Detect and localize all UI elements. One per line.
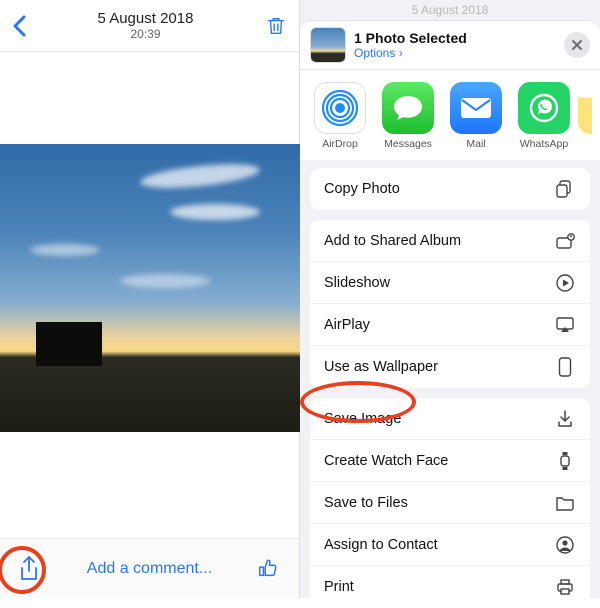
app-airdrop[interactable]: AirDrop [306,82,374,150]
options-link[interactable]: Options › [354,46,564,60]
action-label: Slideshow [324,275,390,291]
close-icon [571,39,583,51]
chevron-left-icon [12,15,26,37]
contact-icon [554,534,576,556]
play-circle-icon [554,272,576,294]
app-label: AirDrop [306,138,374,150]
folder-icon [554,492,576,514]
action-label: Print [324,579,354,595]
app-mail[interactable]: Mail [442,82,510,150]
action-label: Save to Files [324,495,408,511]
app-label: Messages [374,138,442,150]
app-whatsapp[interactable]: WhatsApp [510,82,578,150]
header-title: 5 August 2018 20:39 [26,10,265,41]
photo-detail-screen: 5 August 2018 20:39 Add a comment... [0,0,300,598]
actions-list: Copy Photo Add to Shared Album Slideshow… [300,160,600,608]
watch-icon [554,450,576,472]
action-wallpaper[interactable]: Use as Wallpaper [310,346,590,388]
app-label: Mail [442,138,510,150]
action-add-shared-album[interactable]: Add to Shared Album [310,220,590,262]
add-comment-link[interactable]: Add a comment... [42,560,257,578]
share-icon [18,555,40,583]
app-messages[interactable]: Messages [374,82,442,150]
action-label: Create Watch Face [324,453,448,469]
action-save-files[interactable]: Save to Files [310,482,590,524]
header-date: 5 August 2018 [26,10,265,27]
delete-button[interactable] [265,15,287,37]
selection-title: 1 Photo Selected [354,30,564,46]
share-button[interactable] [18,555,42,583]
ghost-date: 5 August 2018 [300,0,600,22]
back-button[interactable] [12,15,26,37]
header-time: 20:39 [26,27,265,41]
share-sheet: 5 August 2018 1 Photo Selected Options ›… [300,0,600,598]
shared-album-icon [554,230,576,252]
action-label: Use as Wallpaper [324,359,438,375]
action-label: Save Image [324,411,401,427]
photo-image[interactable] [0,144,300,432]
airplay-icon [554,314,576,336]
action-label: Assign to Contact [324,537,438,553]
share-apps-row: AirDrop Messages Mail WhatsApp [300,70,600,160]
phone-icon [554,356,576,378]
like-button[interactable] [257,557,281,581]
download-icon [554,408,576,430]
notes-icon [578,82,592,134]
action-label: Copy Photo [324,181,400,197]
app-label: WhatsApp [510,138,578,150]
action-slideshow[interactable]: Slideshow [310,262,590,304]
close-button[interactable] [564,32,590,58]
copy-icon [554,178,576,200]
action-airplay[interactable]: AirPlay [310,304,590,346]
selection-thumbnail [310,27,346,63]
action-save-image[interactable]: Save Image [310,398,590,440]
printer-icon [554,576,576,598]
messages-icon [382,82,434,134]
share-sheet-header: 1 Photo Selected Options › [300,20,600,70]
app-notes-peek[interactable] [578,82,590,150]
airdrop-icon [314,82,366,134]
action-watch-face[interactable]: Create Watch Face [310,440,590,482]
mail-icon [450,82,502,134]
action-copy-photo[interactable]: Copy Photo [310,168,590,210]
thumbs-up-icon [257,557,279,579]
action-assign-contact[interactable]: Assign to Contact [310,524,590,566]
trash-icon [265,15,287,37]
whatsapp-icon [518,82,570,134]
action-label: AirPlay [324,317,370,333]
action-label: Add to Shared Album [324,233,461,249]
left-header: 5 August 2018 20:39 [0,0,299,52]
left-footer: Add a comment... [0,538,299,598]
action-print[interactable]: Print [310,566,590,608]
